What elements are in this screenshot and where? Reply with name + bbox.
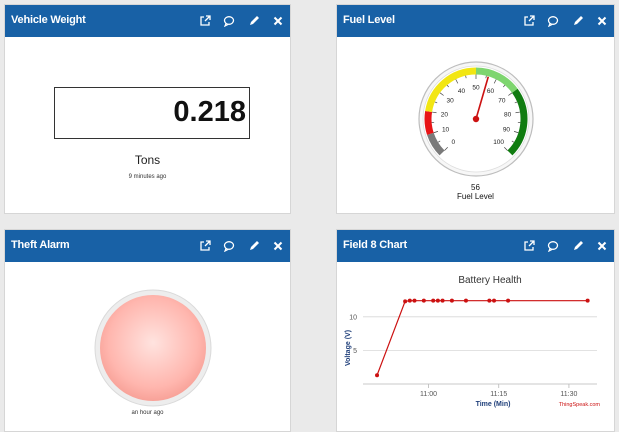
- y-axis-label: Voltage (V): [345, 330, 352, 366]
- data-point[interactable]: [431, 298, 436, 303]
- gauge-hub: [472, 115, 480, 123]
- widget-actions: [191, 15, 284, 27]
- numeric-value: 0.218: [173, 96, 246, 128]
- gauge-tick-label: 70: [498, 98, 506, 105]
- gauge-tick-label: 40: [458, 88, 466, 95]
- comment-icon[interactable]: [223, 15, 235, 27]
- widget-header: Fuel Level: [337, 5, 614, 37]
- comment-icon[interactable]: [547, 15, 559, 27]
- widget-header: Vehicle Weight: [5, 5, 290, 37]
- widget-actions: [515, 15, 608, 27]
- gauge-band-1: [424, 110, 434, 135]
- widget-actions: [515, 240, 608, 252]
- alarm-lamp: [94, 289, 212, 407]
- data-point[interactable]: [585, 298, 590, 303]
- series-line: [376, 300, 588, 376]
- y-tick-label: 5: [353, 348, 357, 355]
- pencil-icon[interactable]: [572, 15, 584, 27]
- data-point[interactable]: [506, 298, 511, 303]
- widget-body: 0.218 Tons 9 minutes ago: [9, 41, 286, 209]
- gauge-tick-label: 10: [442, 126, 450, 133]
- data-point[interactable]: [421, 298, 426, 303]
- gauge-label: Fuel Level: [457, 192, 494, 201]
- external-link-icon[interactable]: [523, 15, 535, 27]
- pencil-icon[interactable]: [248, 15, 260, 27]
- data-point[interactable]: [449, 298, 454, 303]
- close-icon[interactable]: [596, 240, 608, 252]
- gauge-tick-label: 100: [493, 139, 504, 146]
- widget-body: an hour ago: [9, 266, 286, 427]
- widget-title: Theft Alarm: [11, 239, 70, 251]
- widget-actions: [191, 240, 284, 252]
- x-tick-label: 11:00: [420, 391, 437, 398]
- x-tick-label: 11:15: [490, 391, 507, 398]
- field-8-chart-widget: Field 8 Chart Battery Health 5 10 11:00 11:1…: [336, 229, 615, 432]
- data-point[interactable]: [375, 373, 380, 378]
- widget-body: 0 10 20 30 40 50 60 70 80 90 100 56 Fuel Level: [341, 41, 610, 209]
- widget-title: Fuel Level: [343, 14, 395, 26]
- close-icon[interactable]: [272, 15, 284, 27]
- pencil-icon[interactable]: [248, 240, 260, 252]
- numeric-units: Tons: [134, 153, 161, 167]
- data-point[interactable]: [463, 298, 468, 303]
- widget-header: Field 8 Chart: [337, 230, 614, 262]
- numeric-display: 0.218: [54, 87, 250, 139]
- external-link-icon[interactable]: [199, 240, 211, 252]
- data-point[interactable]: [403, 299, 408, 304]
- gauge-tick-label: 60: [487, 88, 495, 95]
- close-icon[interactable]: [272, 240, 284, 252]
- lamp-light: [100, 295, 206, 401]
- external-link-icon[interactable]: [523, 240, 535, 252]
- pencil-icon[interactable]: [572, 240, 584, 252]
- vehicle-weight-widget: Vehicle Weight 0.218 Tons 9 minutes ago: [4, 4, 291, 214]
- fuel-level-widget: Fuel Level 0 10 20 30 40 50 60 70 80 90 100 56 Fue…: [336, 4, 615, 214]
- widget-body: Battery Health 5 10 11:00 11:15 11:30 Time (Mi…: [341, 266, 610, 427]
- x-axis-label: Time (Min): [476, 401, 511, 408]
- data-point[interactable]: [435, 298, 440, 303]
- comment-icon[interactable]: [223, 240, 235, 252]
- external-link-icon[interactable]: [199, 15, 211, 27]
- widget-title: Vehicle Weight: [11, 14, 86, 26]
- gauge-tick-label: 30: [446, 98, 454, 105]
- battery-health-chart: Battery Health 5 10 11:00 11:15 11:30 Time (Mi…: [345, 275, 601, 408]
- comment-icon[interactable]: [547, 240, 559, 252]
- x-tick-label: 11:30: [560, 391, 577, 398]
- last-updated: an hour ago: [131, 410, 164, 416]
- gauge-tick-label: 0: [452, 139, 456, 146]
- data-point[interactable]: [440, 298, 445, 303]
- data-point[interactable]: [407, 298, 412, 303]
- y-tick-label: 10: [349, 314, 357, 321]
- close-icon[interactable]: [596, 15, 608, 27]
- chart-title: Battery Health: [458, 275, 521, 286]
- gauge-value: 56: [471, 183, 480, 192]
- gauge-tick-label: 50: [472, 85, 480, 92]
- gauge-tick-label: 90: [503, 126, 511, 133]
- gauge-tick-label: 20: [441, 111, 449, 118]
- last-updated: 9 minutes ago: [128, 174, 167, 180]
- gauge-tick-label: 80: [504, 111, 512, 118]
- data-point[interactable]: [412, 298, 417, 303]
- theft-alarm-widget: Theft Alarm an hour ago: [4, 229, 291, 432]
- data-point[interactable]: [492, 298, 497, 303]
- data-point[interactable]: [487, 298, 492, 303]
- widget-header: Theft Alarm: [5, 230, 290, 262]
- chart-credit[interactable]: ThingSpeak.com: [559, 402, 601, 408]
- widget-title: Field 8 Chart: [343, 239, 408, 251]
